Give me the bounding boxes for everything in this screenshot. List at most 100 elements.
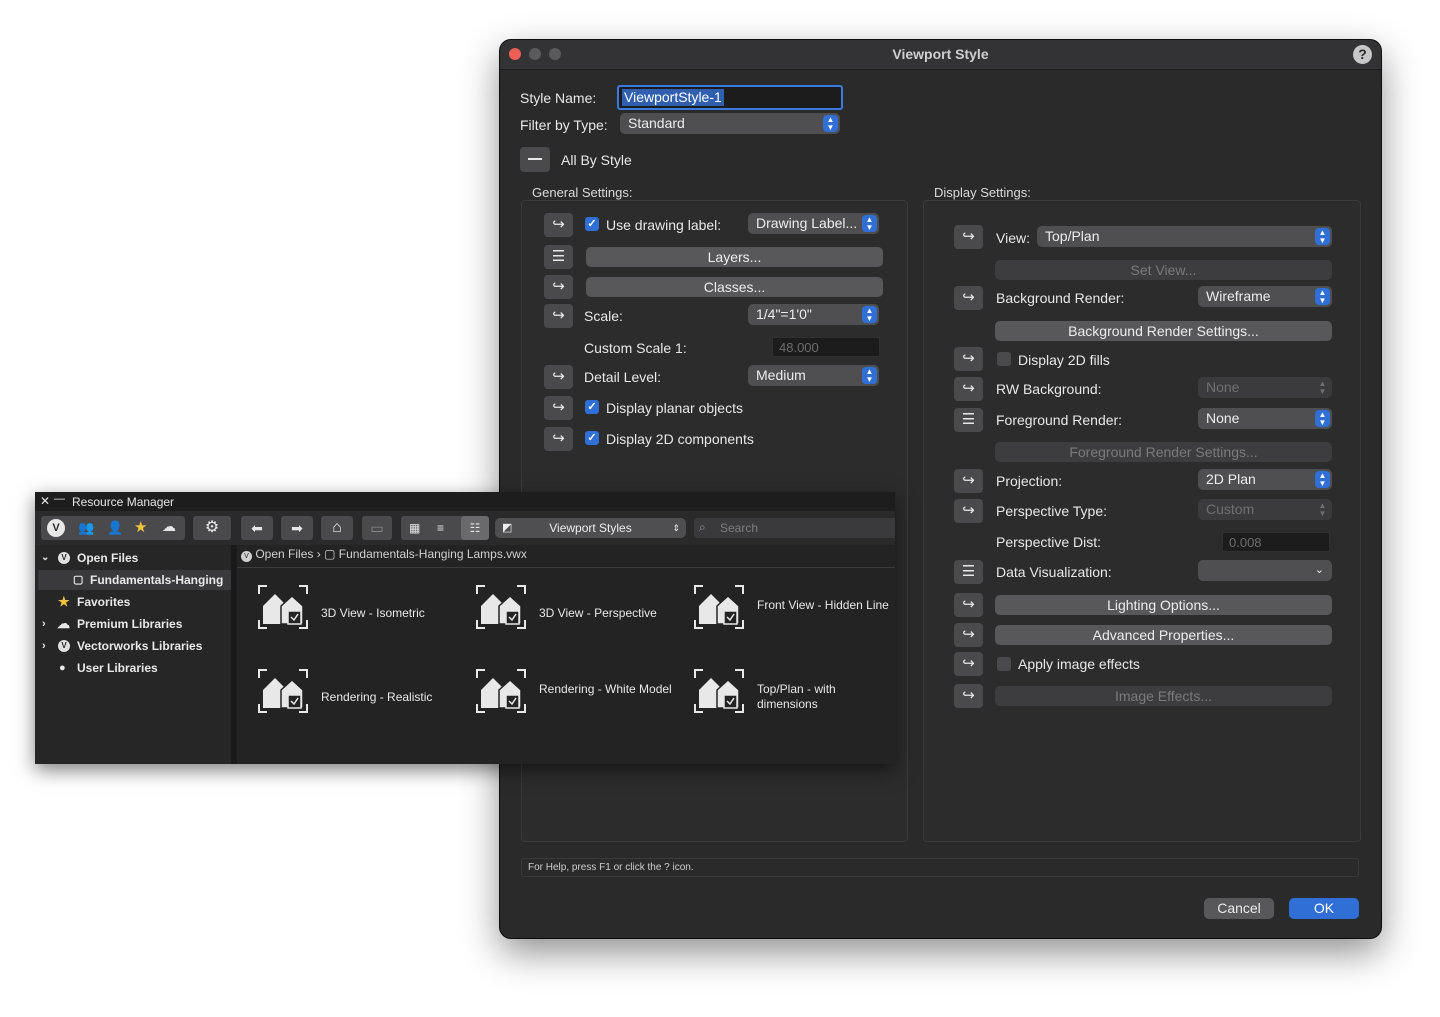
help-button[interactable]: ?: [1353, 45, 1372, 64]
by-style-arrow-icon[interactable]: ↪: [954, 593, 983, 617]
background-render-select[interactable]: Wireframe ▲ ▼: [1198, 286, 1332, 307]
by-style-arrow-icon[interactable]: ↪: [954, 469, 983, 493]
forward-arrow-icon[interactable]: ➡: [281, 516, 313, 540]
all-by-style-label: All By Style: [561, 152, 632, 168]
display-2d-fills-checkbox[interactable]: [997, 352, 1011, 366]
display-2d-components-checkbox[interactable]: ✓: [585, 431, 599, 445]
perspective-dist-input[interactable]: 0.008: [1222, 532, 1330, 552]
tree-item-premium-libraries[interactable]: › ☁ Premium Libraries: [38, 614, 231, 634]
tree-item-vectorworks-libraries[interactable]: › V Vectorworks Libraries: [38, 636, 231, 656]
by-style-arrow-icon[interactable]: ↪: [544, 427, 573, 451]
filter-by-type-select[interactable]: Standard ▲ ▼: [620, 113, 840, 134]
by-style-arrow-icon[interactable]: ↪: [544, 213, 573, 237]
minimize-icon[interactable]: —: [54, 493, 65, 505]
viewport-style-dialog: Viewport Style ? Style Name: ViewportSty…: [500, 40, 1381, 938]
star-icon[interactable]: ★: [134, 518, 147, 536]
users-icon[interactable]: 👥: [78, 520, 94, 536]
gear-icon[interactable]: ⚙: [193, 516, 231, 540]
ok-button[interactable]: OK: [1289, 898, 1359, 919]
style-name-value: ViewportStyle-1: [622, 89, 724, 106]
chevron-down-icon: ⌄: [41, 552, 50, 563]
image-effects-button[interactable]: Image Effects...: [995, 686, 1332, 706]
projection-select[interactable]: 2D Plan ▲ ▼: [1198, 469, 1332, 490]
resource-item[interactable]: Top/Plan - with dimensions: [681, 656, 899, 716]
background-render-settings-button[interactable]: Background Render Settings...: [995, 321, 1332, 341]
foreground-render-select[interactable]: None ▲ ▼: [1198, 408, 1332, 429]
resource-item[interactable]: 3D View - Isometric: [245, 572, 463, 632]
resource-type-select[interactable]: ◩ Viewport Styles ⇕: [495, 518, 686, 538]
resource-label: 3D View - Isometric: [321, 606, 425, 620]
perspective-type-select[interactable]: Custom ▲ ▼: [1198, 499, 1332, 520]
scale-label: Scale:: [584, 308, 623, 324]
resource-item[interactable]: 3D View - Perspective: [463, 572, 681, 632]
cancel-button[interactable]: Cancel: [1204, 898, 1274, 919]
by-style-arrow-icon[interactable]: ↪: [954, 377, 983, 401]
advanced-properties-button[interactable]: Advanced Properties...: [995, 625, 1332, 645]
layers-button[interactable]: Layers...: [586, 247, 883, 267]
all-by-style-toggle[interactable]: [520, 147, 550, 172]
grid-view-icon[interactable]: ▦: [409, 521, 420, 535]
tree-item-favorites[interactable]: ★ Favorites: [38, 592, 231, 612]
search-input[interactable]: ⌕ Search: [694, 518, 895, 538]
set-view-button[interactable]: Set View...: [995, 260, 1332, 280]
vectorworks-logo-icon[interactable]: V: [47, 519, 65, 537]
close-icon[interactable]: ✕: [40, 494, 50, 508]
foreground-render-settings-button[interactable]: Foreground Render Settings...: [995, 442, 1332, 462]
drawing-label-select[interactable]: Drawing Label... ▲ ▼: [748, 213, 879, 234]
home-icon[interactable]: ⌂: [321, 516, 353, 540]
by-style-arrow-icon[interactable]: ↪: [954, 684, 983, 708]
display-planar-checkbox[interactable]: ✓: [585, 400, 599, 414]
classes-button[interactable]: Classes...: [586, 277, 883, 297]
folder-icon[interactable]: ▭: [362, 516, 392, 540]
data-visualization-label: Data Visualization:: [996, 564, 1112, 580]
resource-label: Rendering - White Model: [539, 682, 672, 696]
style-name-input[interactable]: ViewportStyle-1: [617, 85, 843, 110]
resource-item[interactable]: Rendering - Realistic: [245, 656, 463, 716]
search-placeholder: Search: [720, 521, 759, 535]
tree-item-open-files[interactable]: ⌄ V Open Files: [38, 548, 231, 568]
resource-label: Front View - Hidden Line: [757, 598, 889, 612]
lighting-options-button[interactable]: Lighting Options...: [995, 595, 1332, 615]
detail-level-select[interactable]: Medium ▲ ▼: [748, 365, 879, 386]
by-style-arrow-icon[interactable]: ↪: [544, 275, 573, 299]
breadcrumb-file[interactable]: Fundamentals-Hanging Lamps.vwx: [339, 547, 527, 561]
resource-item[interactable]: Front View - Hidden Line: [681, 572, 899, 632]
by-style-arrow-icon[interactable]: ↪: [954, 225, 983, 249]
apply-image-effects-checkbox[interactable]: [997, 657, 1011, 671]
by-style-arrow-icon[interactable]: ↪: [954, 499, 983, 523]
rw-background-select[interactable]: None ▲ ▼: [1198, 377, 1332, 398]
breadcrumb-root[interactable]: Open Files: [255, 547, 313, 561]
back-arrow-icon[interactable]: ⬅: [241, 516, 273, 540]
sliders-icon[interactable]: ☰: [544, 245, 573, 269]
by-style-arrow-icon[interactable]: ↪: [954, 652, 983, 676]
sliders-icon[interactable]: ☰: [954, 408, 983, 432]
use-drawing-label-checkbox[interactable]: ✓: [585, 217, 599, 231]
scale-select[interactable]: 1/4"=1'0" ▲ ▼: [748, 304, 879, 325]
detail-level-label: Detail Level:: [584, 369, 662, 385]
by-style-arrow-icon[interactable]: ↪: [544, 396, 573, 420]
by-style-arrow-icon[interactable]: ↪: [954, 347, 983, 371]
user-icon[interactable]: 👤: [107, 520, 123, 536]
detail-view-icon[interactable]: ☷: [461, 516, 489, 540]
custom-scale-input[interactable]: 48.000: [772, 337, 880, 357]
select-arrows-icon: ▲ ▼: [1315, 228, 1330, 245]
by-style-arrow-icon[interactable]: ↪: [954, 286, 983, 310]
breadcrumb: V Open Files › ▢ Fundamentals-Hanging La…: [241, 547, 527, 565]
resource-manager-palette: ✕ — Resource Manager V 👥 👤 ★ ☁ ⚙ ⬅ ➡ ⌂ ▭…: [35, 492, 895, 764]
list-view-icon[interactable]: ≡: [437, 521, 444, 535]
perspective-type-value: Custom: [1206, 501, 1255, 517]
perspective-type-label: Perspective Type:: [996, 503, 1108, 519]
by-style-arrow-icon[interactable]: ↪: [954, 623, 983, 647]
display-settings-title: Display Settings:: [934, 185, 1031, 200]
select-arrows-icon: ▲ ▼: [1315, 471, 1330, 488]
resource-item[interactable]: Rendering - White Model: [463, 656, 681, 716]
cloud-icon[interactable]: ☁: [162, 518, 176, 535]
tree-item-fundamentals-hanging[interactable]: ▢ Fundamentals-Hanging: [38, 570, 231, 590]
tree-item-user-libraries[interactable]: ● User Libraries: [38, 658, 231, 678]
by-style-arrow-icon[interactable]: ↪: [544, 304, 573, 328]
sliders-icon[interactable]: ☰: [954, 560, 983, 584]
rw-background-value: None: [1206, 379, 1240, 395]
by-style-arrow-icon[interactable]: ↪: [544, 365, 573, 389]
data-visualization-select[interactable]: ⌄: [1198, 560, 1332, 581]
view-select[interactable]: Top/Plan ▲ ▼: [1037, 226, 1332, 247]
